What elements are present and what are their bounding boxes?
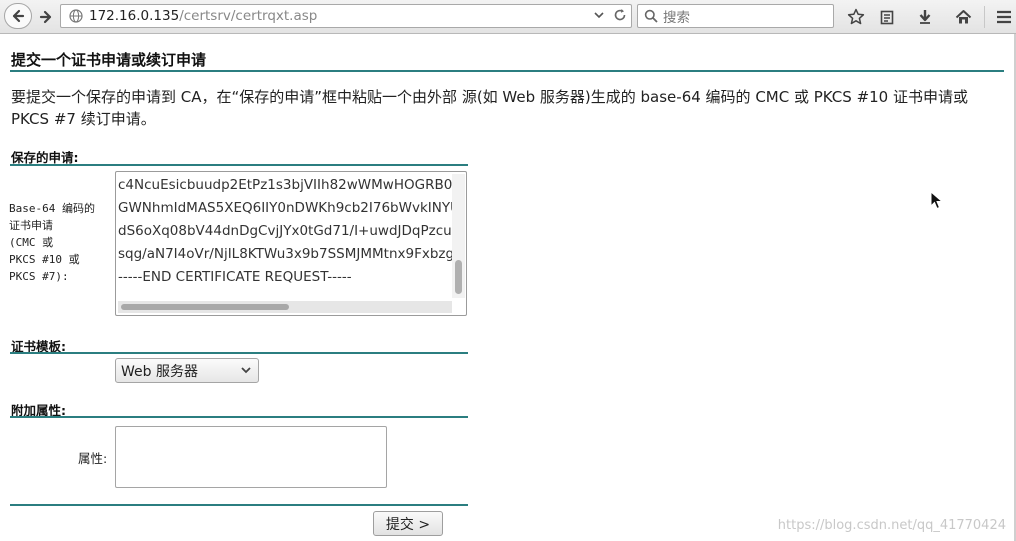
home-button[interactable] xyxy=(952,6,974,28)
reading-list-button[interactable] xyxy=(876,6,898,28)
label-line: PKCS #7): xyxy=(9,270,69,283)
search-box[interactable]: 搜索 xyxy=(637,4,834,28)
search-icon xyxy=(644,9,658,23)
scrollbar-thumb[interactable] xyxy=(121,304,289,310)
section-divider xyxy=(10,164,468,166)
arrow-left-icon xyxy=(12,9,25,23)
page-content: 提交一个证书申请或续订申请 要提交一个保存的申请到 CA，在“保存的申请”框中粘… xyxy=(0,34,1016,541)
url-host: 172.16.0.135 xyxy=(89,8,180,24)
globe-icon xyxy=(69,9,83,23)
section-divider xyxy=(10,352,468,354)
download-arrow-icon xyxy=(919,10,931,24)
star-icon xyxy=(847,8,865,25)
url-path: /certsrv/certrqxt.asp xyxy=(179,8,318,24)
submit-label: 提交 > xyxy=(385,516,431,533)
textarea-content[interactable]: c4NcuEsicbuudp2EtPz1s3bjVIIh82wWMwHOGRB0… xyxy=(118,174,452,298)
attributes-textarea[interactable] xyxy=(115,426,387,488)
label-line: Base-64 编码的 xyxy=(9,202,95,215)
textarea-horizontal-scrollbar[interactable] xyxy=(118,301,452,313)
textarea-line: dS6oXq08bV44dnDgCvjJYx0tGd71/I+uwdJDqPzc… xyxy=(118,223,452,239)
chevron-down-icon xyxy=(241,367,251,374)
menu-button[interactable] xyxy=(993,6,1015,28)
browser-toolbar: 172.16.0.135/certsrv/certrqxt.asp 搜索 xyxy=(0,0,1016,34)
attributes-field-label: 属性: xyxy=(78,451,108,466)
section-divider xyxy=(10,504,468,506)
select-value: Web 服务器 xyxy=(121,363,198,380)
label-line: (CMC 或 xyxy=(9,236,54,249)
toolbar-separator xyxy=(984,6,985,28)
saved-request-textarea[interactable]: c4NcuEsicbuudp2EtPz1s3bjVIIh82wWMwHOGRB0… xyxy=(115,171,467,316)
arrow-right-icon xyxy=(39,10,52,24)
saved-request-field-label: Base-64 编码的 证书申请 (CMC 或 PKCS #10 或 PKCS … xyxy=(9,200,95,285)
label-line: 证书申请 xyxy=(9,219,53,232)
watermark: https://blog.csdn.net/qq_41770424 xyxy=(777,518,1006,533)
submit-button[interactable]: 提交 > xyxy=(373,511,443,536)
textarea-vertical-scrollbar[interactable] xyxy=(452,174,465,298)
textarea-line: GWNhmIdMAS5XEQ6IIY0nDWKh9cb2I76bWvkINYUj… xyxy=(118,200,452,216)
title-divider xyxy=(10,70,1004,72)
reload-icon[interactable] xyxy=(613,8,627,22)
label-line: PKCS #10 或 xyxy=(9,253,80,266)
forward-button[interactable] xyxy=(33,7,59,27)
textarea-line: -----END CERTIFICATE REQUEST----- xyxy=(118,269,352,285)
textarea-line: sqg/aN7I4oVr/NjIL8KTWu3x9b7SSMJMMtnx9Fxb… xyxy=(118,246,452,262)
downloads-button[interactable] xyxy=(914,6,936,28)
search-placeholder: 搜索 xyxy=(663,10,690,26)
address-bar[interactable]: 172.16.0.135/certsrv/certrqxt.asp xyxy=(60,4,632,28)
textarea-line: c4NcuEsicbuudp2EtPz1s3bjVIIh82wWMwHOGRB0… xyxy=(118,177,452,193)
home-icon xyxy=(955,10,971,24)
section-divider xyxy=(10,416,468,418)
dropdown-chevron-icon[interactable] xyxy=(593,9,605,21)
hamburger-menu-icon xyxy=(997,10,1011,24)
back-button[interactable] xyxy=(4,3,32,29)
page-title: 提交一个证书申请或续订申请 xyxy=(11,51,207,69)
clipboard-icon xyxy=(880,10,894,25)
bookmark-star-button[interactable] xyxy=(845,6,867,28)
scrollbar-thumb[interactable] xyxy=(455,260,462,294)
certificate-template-select[interactable]: Web 服务器 xyxy=(115,358,259,383)
intro-text: 要提交一个保存的申请到 CA，在“保存的申请”框中粘贴一个由外部 源(如 Web… xyxy=(11,88,968,128)
mouse-cursor-icon xyxy=(930,191,944,210)
